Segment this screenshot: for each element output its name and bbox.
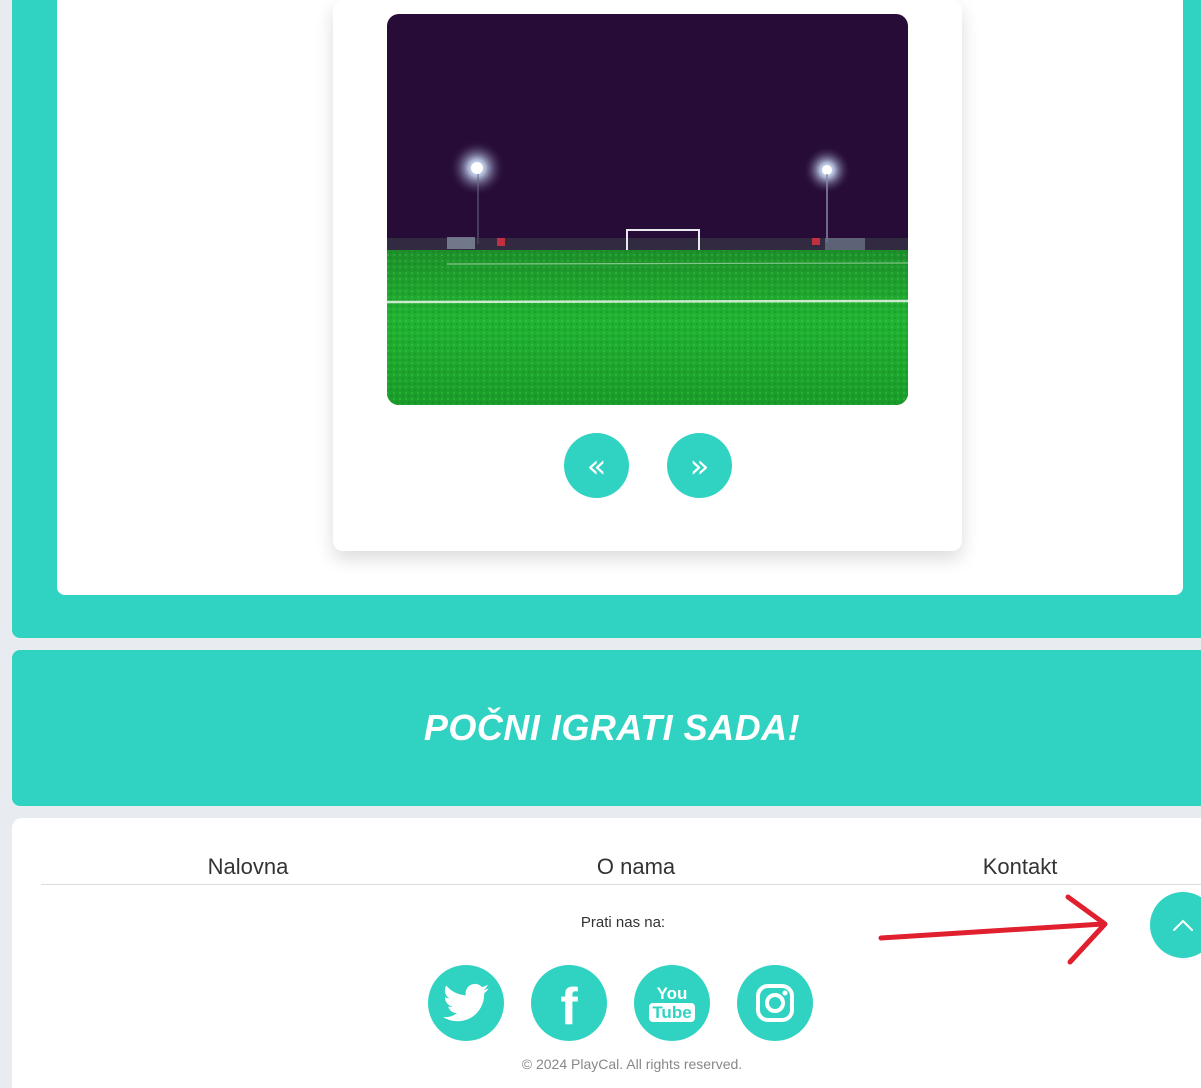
cta-banner: POČNI IGRATI SADA! xyxy=(12,650,1201,806)
facebook-icon: f xyxy=(560,978,578,1036)
carousel-prev-button[interactable]: « xyxy=(564,433,629,498)
carousel-next-button[interactable]: » xyxy=(667,433,732,498)
twitter-link[interactable] xyxy=(428,965,504,1041)
footer-nav-contact[interactable]: Kontakt xyxy=(983,854,1058,880)
double-chevron-left-icon: « xyxy=(586,446,607,485)
youtube-text-top: You xyxy=(656,983,688,1003)
footer-nav: Nalovna O nama Kontakt xyxy=(41,818,1201,885)
footer-nav-about[interactable]: O nama xyxy=(597,854,675,880)
youtube-icon: You Tube xyxy=(649,983,695,1022)
copyright: © 2024 PlayCal. All rights reserved. xyxy=(521,1056,743,1072)
youtube-link[interactable]: You Tube xyxy=(634,965,710,1041)
facebook-link[interactable]: f xyxy=(531,965,607,1041)
chevron-up-icon xyxy=(1173,919,1193,931)
instagram-link[interactable] xyxy=(737,965,813,1041)
cta-title[interactable]: POČNI IGRATI SADA! xyxy=(424,707,800,749)
carousel-image xyxy=(387,14,908,405)
double-chevron-right-icon: » xyxy=(689,446,710,485)
twitter-icon xyxy=(443,983,489,1022)
footer-nav-home[interactable]: Nalovna xyxy=(208,854,289,880)
annotation-arrow-icon xyxy=(878,894,1108,965)
instagram-icon xyxy=(756,984,794,1022)
youtube-text-bottom: Tube xyxy=(649,1002,695,1022)
